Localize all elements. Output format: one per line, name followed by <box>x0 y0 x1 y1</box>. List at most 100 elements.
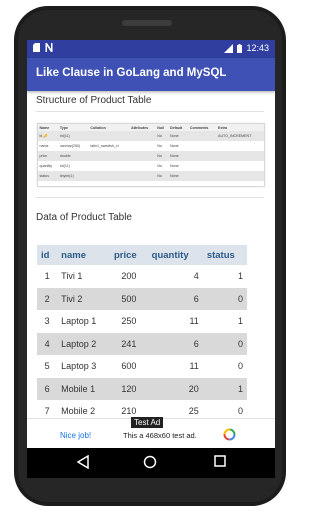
structure-cell: None <box>168 151 189 161</box>
structure-cell <box>216 151 264 161</box>
data-col-header-quantity: quantity <box>147 245 203 265</box>
structure-cell <box>217 141 264 151</box>
app-bar: Like Clause in GoLang and MySQL <box>27 58 275 91</box>
structure-cell: No <box>157 144 162 148</box>
table-cell-status: 0 <box>202 332 247 355</box>
table-cell-status: 0 <box>202 287 247 310</box>
structure-row: name varchar(250) latin1_swedish_ci No None <box>38 141 264 151</box>
table-cell-quantity: 4 <box>147 265 203 288</box>
structure-col-header: Extra <box>216 124 264 131</box>
table-cell-name: Mobile 1 <box>57 377 110 400</box>
table-cell-status: 1 <box>202 310 247 333</box>
structure-table-image: Name Type Collation Attributes Null Default Co… <box>37 123 265 187</box>
table-cell-name: Laptop 1 <box>57 310 110 333</box>
navigation-bar <box>27 448 275 478</box>
table-row: 4 Laptop 2 241 6 0 <box>37 332 247 355</box>
structure-col-header: Attributes <box>129 124 156 131</box>
table-cell-name: Tivi 1 <box>57 265 110 288</box>
structure-cell <box>188 131 217 141</box>
structure-cell: double <box>58 151 89 161</box>
table-row: 1 Tivi 1 200 4 1 <box>37 265 247 288</box>
table-cell-status: 1 <box>202 377 247 400</box>
structure-cell <box>188 141 216 151</box>
structure-col-header: Default <box>168 124 189 131</box>
table-cell-name: Laptop 2 <box>57 332 110 355</box>
structure-cell: id 🔑 <box>38 131 59 141</box>
structure-cell: status <box>38 171 59 181</box>
recents-icon[interactable] <box>214 455 226 467</box>
table-cell-id: 4 <box>37 332 58 355</box>
structure-cell: No <box>155 131 169 141</box>
structure-cell <box>129 151 156 161</box>
table-cell-quantity: 6 <box>147 287 203 310</box>
structure-cell <box>88 151 130 161</box>
table-cell-name: Laptop 3 <box>57 355 110 378</box>
ad-nice-text[interactable]: Nice job! <box>60 431 91 440</box>
table-cell-name: Tivi 2 <box>57 287 110 310</box>
table-cell-id: 2 <box>37 287 58 310</box>
structure-cell: No <box>157 164 162 168</box>
table-cell-status: 0 <box>202 355 247 378</box>
structure-cell: int(11) <box>58 131 89 141</box>
structure-cell: AUTO_INCREMENT <box>216 131 264 141</box>
data-table: id name price quantity status 1 Tivi 1 200 4 1 2 T… <box>37 245 247 423</box>
structure-cell <box>129 131 156 141</box>
data-heading: Data of Product Table <box>36 212 132 223</box>
structure-cell <box>216 171 264 181</box>
back-icon[interactable] <box>77 455 89 469</box>
data-col-header-id: id <box>37 245 58 265</box>
structure-row: quantity int(11) No None <box>38 161 264 171</box>
status-time: 12:43 <box>246 43 269 53</box>
structure-col-header: Null <box>155 124 169 131</box>
structure-cell <box>188 171 217 181</box>
divider <box>36 197 264 198</box>
home-icon[interactable] <box>143 455 157 469</box>
app-screen: 12:43 Like Clause in GoLang and MySQL St… <box>27 40 275 448</box>
structure-cell: No <box>155 171 169 181</box>
table-cell-id: 5 <box>37 355 58 378</box>
ad-label: Test Ad <box>131 417 164 428</box>
scroll-content[interactable]: Structure of Product Table Name Type Colla… <box>27 91 275 448</box>
structure-cell <box>188 161 216 171</box>
table-cell-price: 120 <box>109 377 148 400</box>
signal-icon <box>224 43 234 53</box>
divider <box>36 111 264 112</box>
structure-cell: None <box>168 131 189 141</box>
structure-cell <box>130 161 156 171</box>
table-cell-price: 250 <box>109 310 148 333</box>
structure-cell: name <box>39 144 49 148</box>
table-cell-quantity: 11 <box>147 355 203 378</box>
data-col-header-price: price <box>109 245 148 265</box>
structure-cell: None <box>168 171 189 181</box>
app-title: Like Clause in GoLang and MySQL <box>36 67 227 79</box>
table-cell-id: 3 <box>37 310 58 333</box>
table-cell-quantity: 11 <box>147 310 203 333</box>
structure-cell <box>129 171 156 181</box>
structure-heading: Structure of Product Table <box>36 95 152 106</box>
structure-cell <box>217 161 264 171</box>
structure-cell: latin1_swedish_ci <box>90 144 119 148</box>
structure-cell: No <box>155 151 169 161</box>
structure-cell: None <box>170 144 179 148</box>
structure-col-header: Name <box>38 124 59 131</box>
table-cell-quantity: 6 <box>147 332 203 355</box>
ad-body-text[interactable]: This a 468x60 test ad. <box>123 431 197 440</box>
structure-col-header: Type <box>58 124 89 131</box>
table-row: 3 Laptop 1 250 11 1 <box>37 310 247 333</box>
table-row: 5 Laptop 3 600 11 0 <box>37 355 247 378</box>
structure-row: status tinyint(1) No None <box>38 171 264 181</box>
structure-cell <box>130 141 156 151</box>
table-cell-quantity: 20 <box>147 377 203 400</box>
table-row: 2 Tivi 2 500 6 0 <box>37 287 247 310</box>
structure-cell: varchar(250) <box>59 144 81 148</box>
table-cell-price: 200 <box>109 265 148 288</box>
ad-banner[interactable]: Test Ad Nice job! This a 468x60 test ad. <box>27 417 275 449</box>
phone-speaker <box>122 20 172 26</box>
table-cell-price: 241 <box>109 332 148 355</box>
table-cell-price: 500 <box>109 287 148 310</box>
data-col-header-status: status <box>202 245 247 265</box>
table-cell-id: 6 <box>37 377 58 400</box>
structure-cell <box>188 151 217 161</box>
structure-col-header: Comments <box>188 124 217 131</box>
ad-logo-icon <box>223 428 236 441</box>
